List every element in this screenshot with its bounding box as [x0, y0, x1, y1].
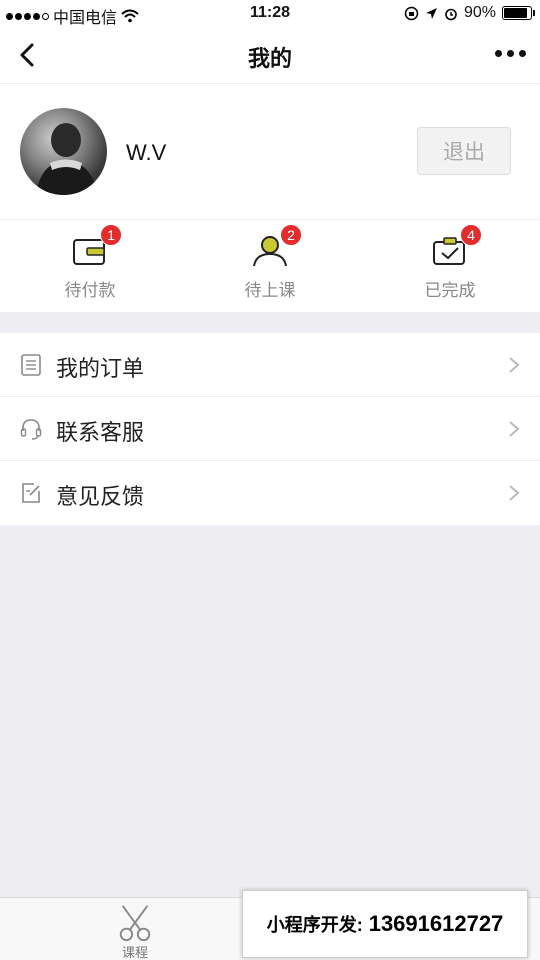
person-icon: 2	[250, 224, 302, 268]
scissors-icon	[119, 905, 151, 942]
status-pending-class[interactable]: 2 待上课	[180, 220, 360, 312]
status-label: 待上课	[244, 281, 296, 300]
chevron-right-icon	[509, 357, 520, 373]
menu-item-label: 意见反馈	[56, 484, 145, 509]
status-label: 已完成	[424, 281, 476, 300]
more-menu-icon[interactable]	[495, 50, 526, 57]
rotation-lock-icon	[404, 6, 419, 20]
badge-count: 1	[100, 224, 122, 246]
menu-item-feedback[interactable]: 意见反馈	[0, 461, 540, 525]
location-icon	[425, 7, 437, 19]
chevron-right-icon	[509, 421, 520, 437]
username: W.V	[126, 140, 167, 165]
done-icon: 4	[430, 224, 482, 268]
feedback-icon	[22, 483, 40, 503]
badge-count: 2	[280, 224, 302, 246]
menu-item-label: 我的订单	[56, 356, 145, 381]
profile-card: W.V 退出	[0, 84, 540, 220]
status-right: 90%	[404, 4, 535, 22]
status-label: 待付款	[64, 281, 116, 300]
promo-label: 小程序开发:	[266, 915, 363, 935]
status-bar: 中国电信 11:28 90%	[0, 0, 540, 28]
menu-list: 我的订单 联系客服 意见反馈	[0, 333, 540, 525]
promo-phone: 13691612727	[368, 911, 504, 936]
nav-bar: 我的	[0, 28, 540, 84]
battery-icon	[502, 6, 535, 20]
menu-item-my-orders[interactable]: 我的订单	[0, 333, 540, 397]
menu-item-contact-support[interactable]: 联系客服	[0, 397, 540, 461]
wallet-icon: 1	[70, 224, 122, 268]
status-completed[interactable]: 4 已完成	[360, 220, 540, 312]
alarm-icon	[445, 8, 457, 20]
menu-item-label: 联系客服	[56, 420, 145, 445]
logout-button[interactable]: 退出	[417, 127, 511, 175]
avatar[interactable]	[20, 108, 107, 195]
battery-percent: 90%	[463, 4, 496, 21]
list-icon	[21, 354, 41, 376]
chevron-right-icon	[509, 485, 520, 501]
order-status-row: 1 待付款 2 待上课 4 已完成	[0, 220, 540, 312]
promo-banner: 小程序开发: 13691612727	[242, 890, 528, 958]
tab-label: 课程	[121, 945, 148, 960]
tab-course[interactable]: 课程	[90, 898, 180, 960]
headset-icon	[20, 419, 42, 440]
page-title: 我的	[247, 46, 292, 71]
status-pending-payment[interactable]: 1 待付款	[0, 220, 180, 312]
avatar-photo	[36, 123, 98, 195]
badge-count: 4	[460, 224, 482, 246]
